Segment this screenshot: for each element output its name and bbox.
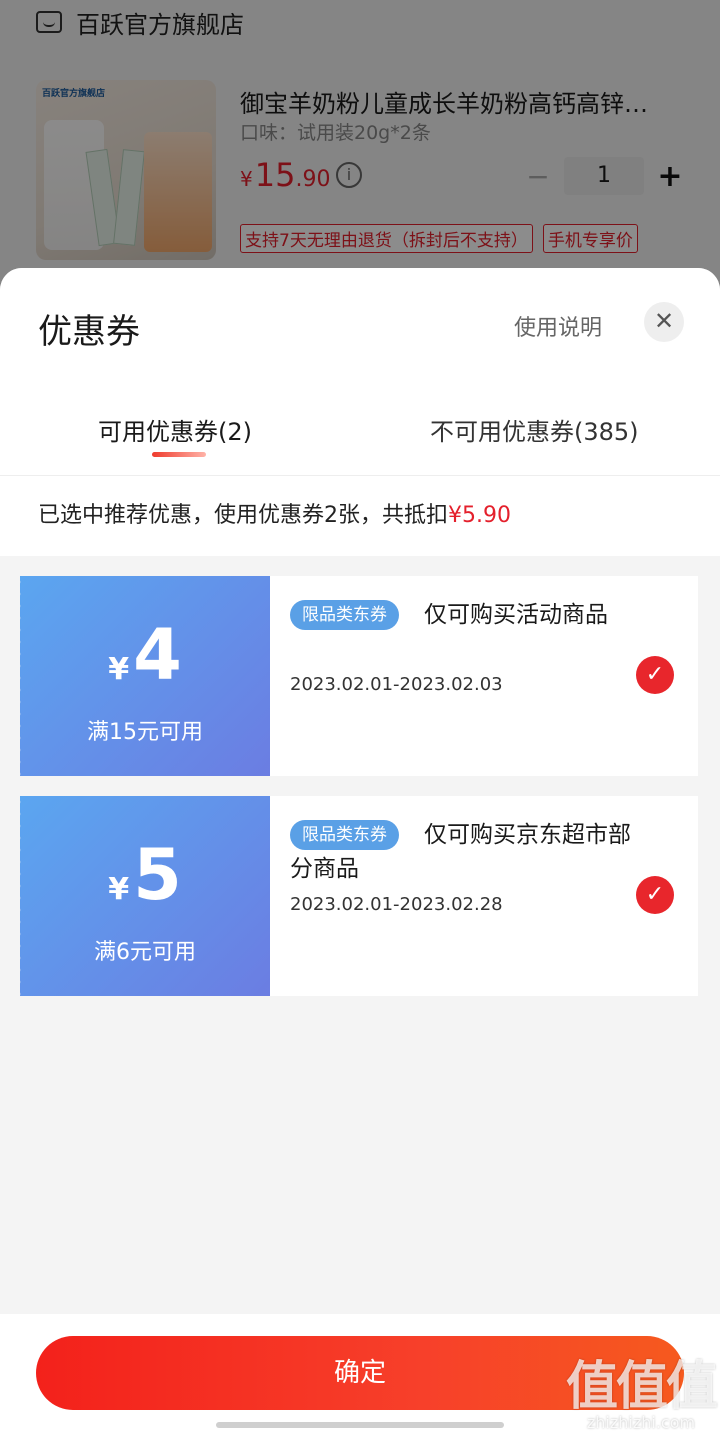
usage-instructions-link[interactable]: 使用说明 — [514, 310, 602, 342]
sheet-title: 优惠券 — [38, 312, 140, 352]
watermark-url: zhizhizhi.com — [586, 1413, 696, 1432]
checkmark-icon[interactable]: ✓ — [636, 876, 674, 914]
modal-overlay[interactable] — [0, 0, 720, 300]
coupon-validity: 2023.02.01-2023.02.28 — [290, 894, 503, 915]
coupon-detail-panel: 仅可购买京东超市部分商品 限品类东券 2023.02.01-2023.02.28… — [270, 796, 698, 996]
coupon-amount: ¥ 5 — [20, 840, 270, 910]
coupon-currency: ¥ — [108, 652, 130, 687]
coupon-value-panel: ¥ 4 满15元可用 — [16, 576, 270, 776]
tab-unavailable-coupons[interactable]: 不可用优惠券(385) — [430, 412, 639, 447]
close-icon[interactable]: ✕ — [644, 302, 684, 342]
coupon-currency: ¥ — [108, 872, 130, 907]
coupon-value: 4 — [133, 614, 182, 696]
coupon-tabs: 可用优惠券(2) 不可用优惠券(385) — [0, 404, 720, 476]
coupon-card[interactable]: ¥ 5 满6元可用 仅可购买京东超市部分商品 限品类东券 2023.02.01-… — [16, 796, 698, 996]
coupon-category-badge: 限品类东券 — [290, 600, 399, 630]
summary-text: 已选中推荐优惠，使用优惠券2张，共抵扣 — [38, 503, 448, 528]
home-indicator[interactable] — [216, 1422, 504, 1428]
coupon-detail-panel: 仅可购买活动商品 限品类东券 2023.02.01-2023.02.03 ✓ — [270, 576, 698, 776]
summary-amount: ¥5.90 — [448, 503, 511, 528]
coupon-amount: ¥ 4 — [20, 620, 270, 690]
tab-available-coupons[interactable]: 可用优惠券(2) — [98, 412, 252, 447]
coupon-condition: 满6元可用 — [94, 940, 196, 965]
active-tab-indicator — [152, 452, 206, 457]
sheet-header: 优惠券 使用说明 ✕ 可用优惠券(2) 不可用优惠券(385) — [0, 268, 720, 476]
discount-summary: 已选中推荐优惠，使用优惠券2张，共抵扣¥5.90 — [0, 476, 720, 556]
coupon-sheet: 优惠券 使用说明 ✕ 可用优惠券(2) 不可用优惠券(385) 已选中推荐优惠，… — [0, 268, 720, 1432]
coupon-validity: 2023.02.01-2023.02.03 — [290, 674, 503, 695]
coupon-card[interactable]: ¥ 4 满15元可用 仅可购买活动商品 限品类东券 2023.02.01-202… — [16, 576, 698, 776]
checkmark-icon[interactable]: ✓ — [636, 656, 674, 694]
watermark-logo: 值值值 — [566, 1357, 718, 1417]
coupon-condition: 满15元可用 — [87, 720, 203, 745]
coupon-value: 5 — [133, 834, 182, 916]
coupon-category-badge: 限品类东券 — [290, 820, 399, 850]
coupon-value-panel: ¥ 5 满6元可用 — [16, 796, 270, 996]
site-watermark: 值值值 zhizhizhi.com — [566, 1344, 718, 1432]
